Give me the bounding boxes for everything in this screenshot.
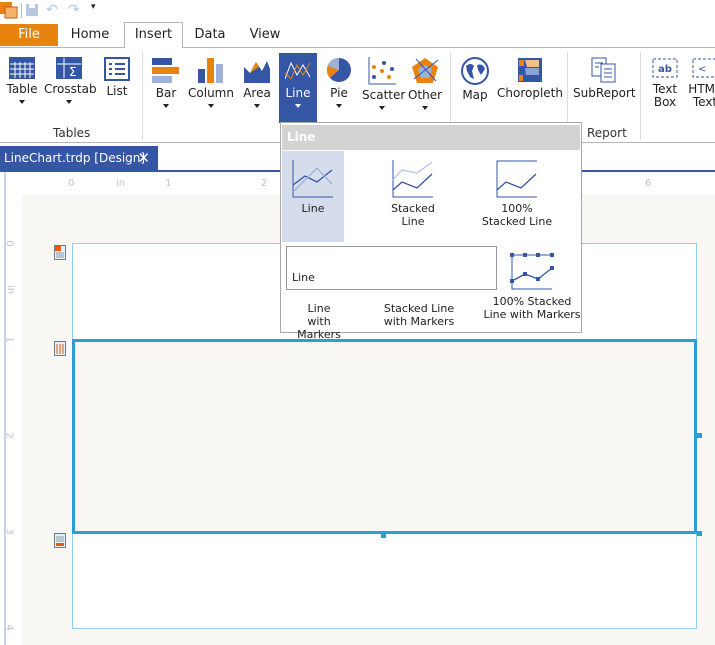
choropleth-button[interactable]: Choropleth xyxy=(497,53,563,123)
100-stacked-line-markers-icon xyxy=(510,253,554,290)
svg-text:Σ: Σ xyxy=(69,65,77,79)
divider xyxy=(640,52,641,140)
ruler-mark: 3 xyxy=(3,528,15,535)
area-chart-icon xyxy=(244,61,270,83)
tab-view[interactable]: View xyxy=(244,24,286,46)
resize-handle[interactable] xyxy=(697,433,702,438)
map-button[interactable]: Map xyxy=(458,53,492,123)
ruler-mark: 0 xyxy=(3,240,15,247)
textbox-icon: ab xyxy=(652,58,678,78)
line-chart-dropdown: Line Line Stacked Line 100% Stacked Line L… xyxy=(280,122,582,341)
table-button[interactable]: Table xyxy=(4,53,40,123)
tab-home[interactable]: Home xyxy=(66,24,114,46)
ruler-unit: in xyxy=(116,178,126,189)
subreport-button[interactable]: SubReport xyxy=(573,53,636,123)
stacked-line-option[interactable]: Stacked Line xyxy=(382,160,444,228)
textbox-button[interactable]: ab Text Box xyxy=(648,53,682,123)
page-footer-icon xyxy=(54,533,66,548)
line-chart-icon xyxy=(285,61,311,80)
100-stacked-line-icon xyxy=(496,160,537,198)
crosstab-icon: Σ xyxy=(56,57,82,79)
line-chart-button[interactable]: Line xyxy=(279,53,317,123)
tab-data[interactable]: Data xyxy=(192,24,228,46)
group-label-report: Report xyxy=(587,126,627,140)
tooltip: Line xyxy=(286,246,497,290)
area-chart-button[interactable]: Area xyxy=(240,53,274,123)
subreport-icon xyxy=(591,57,616,83)
page-footer-section[interactable] xyxy=(72,533,697,629)
ruler-mark: 0 xyxy=(68,178,75,189)
ruler-mark: 1 xyxy=(3,336,15,343)
100-stacked-line-option[interactable]: 100% Stacked Line xyxy=(477,160,557,228)
dropdown-header: Line xyxy=(282,125,580,150)
resize-handle[interactable] xyxy=(697,531,702,536)
scatter-chart-icon xyxy=(368,57,396,85)
app-icon[interactable] xyxy=(0,2,20,20)
group-label-tables: Tables xyxy=(53,126,91,140)
pie-chart-button[interactable]: Pie xyxy=(322,53,356,123)
stacked-line-with-markers-option[interactable]: Stacked Line with Markers xyxy=(379,302,459,328)
stacked-line-icon xyxy=(392,160,433,198)
save-icon[interactable] xyxy=(25,2,39,20)
tab-insert[interactable]: Insert xyxy=(124,22,183,48)
bar-chart-icon xyxy=(152,58,179,83)
page-header-icon xyxy=(54,245,66,260)
svg-text:<: < xyxy=(698,64,706,75)
htmltext-button[interactable]: < HTMLText xyxy=(688,53,715,123)
list-button[interactable]: List xyxy=(100,53,134,123)
ruler-mark: 6 xyxy=(645,178,652,189)
ruler-mark: 2 xyxy=(3,432,15,439)
pie-chart-icon xyxy=(326,57,351,82)
globe-icon xyxy=(461,57,489,85)
customize-icon[interactable]: ▾ xyxy=(91,2,96,20)
htmltext-icon: < xyxy=(692,58,715,78)
line-with-markers-option[interactable]: Line with Markers xyxy=(284,302,354,341)
ruler-unit: in xyxy=(5,284,17,295)
detail-section-selected[interactable] xyxy=(72,339,697,534)
choropleth-icon xyxy=(518,58,542,82)
divider xyxy=(21,3,22,18)
redo-icon[interactable]: ↷ xyxy=(68,2,80,20)
close-icon[interactable]: ✕ xyxy=(137,146,150,170)
line-option[interactable]: Line xyxy=(282,151,344,242)
table-icon xyxy=(9,57,35,79)
other-chart-button[interactable]: Other xyxy=(406,53,444,123)
column-chart-button[interactable]: Column xyxy=(188,53,234,123)
bar-chart-button[interactable]: Bar xyxy=(150,53,182,123)
tab-file[interactable]: File xyxy=(0,24,58,46)
document-tab[interactable]: LineChart.trdp [Design] ✕ xyxy=(0,146,158,170)
other-chart-icon xyxy=(412,58,439,83)
scatter-chart-button[interactable]: Scatter xyxy=(362,53,405,123)
ruler-mark: 2 xyxy=(261,178,268,189)
detail-section-icon xyxy=(54,341,66,356)
ruler-mark: 1 xyxy=(165,178,172,189)
divider xyxy=(142,52,143,140)
document-tab-title: LineChart.trdp [Design] xyxy=(4,151,146,165)
line-chart-icon xyxy=(292,160,333,198)
column-chart-icon xyxy=(198,58,223,83)
crosstab-button[interactable]: Σ Crosstab xyxy=(44,53,97,123)
svg-text:ab: ab xyxy=(658,64,672,75)
ruler-mark: 4 xyxy=(3,624,15,631)
list-icon xyxy=(104,57,130,81)
resize-handle[interactable] xyxy=(381,533,386,538)
undo-icon[interactable]: ↶ xyxy=(46,2,58,20)
